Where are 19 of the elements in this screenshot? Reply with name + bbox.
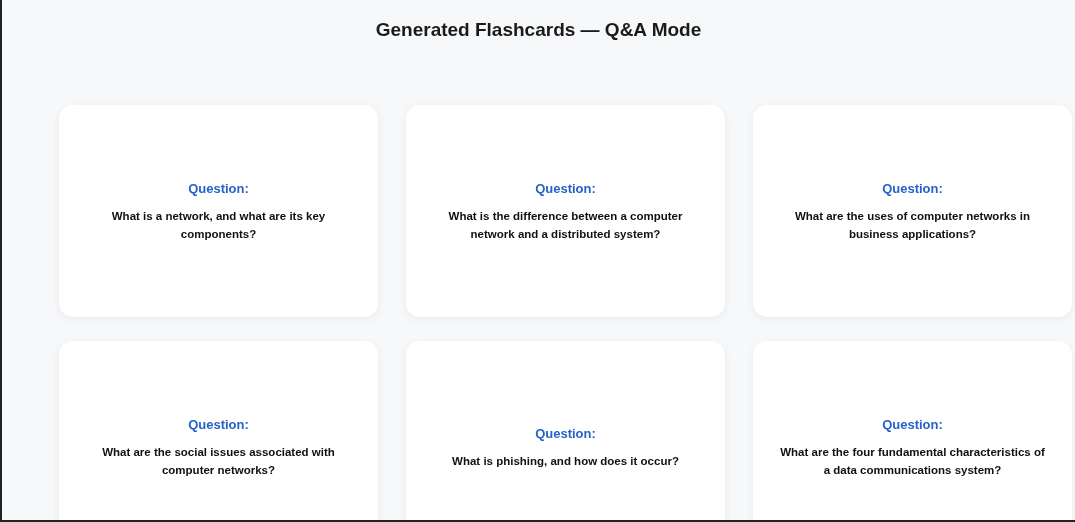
question-label: Question: [188,416,249,435]
flashcard[interactable]: Question: What are the uses of computer networks in business applications? [753,105,1072,317]
question-text: What is phishing, and how does it occur? [452,453,679,469]
flashcard[interactable]: Question: What is a network, and what are its key components? [59,105,378,317]
flashcard[interactable]: Question: What are the four fundamental characteristics of a data communications system? [753,341,1072,520]
question-label: Question: [535,425,596,444]
question-text: What are the social issues associated with computer networks? [101,444,336,478]
question-text: What are the uses of computer networks in business applications? [793,208,1032,242]
question-text: What are the four fundamental characteristics of a data communications system? [779,444,1046,478]
question-label: Question: [535,180,596,199]
flashcard[interactable]: Question: What is the difference between a computer network and a distributed system? [406,105,725,317]
question-label: Question: [188,180,249,199]
question-text: What is a network, and what are its key components? [110,208,327,242]
flashcard[interactable]: Question: What are the social issues associated with computer networks? [59,341,378,520]
flashcard[interactable]: Question: What is phishing, and how does it occur? [406,341,725,520]
question-label: Question: [882,416,943,435]
question-label: Question: [882,180,943,199]
page-title: Generated Flashcards — Q&A Mode [374,18,703,42]
question-text: What is the difference between a computer network and a distributed system? [447,208,684,242]
